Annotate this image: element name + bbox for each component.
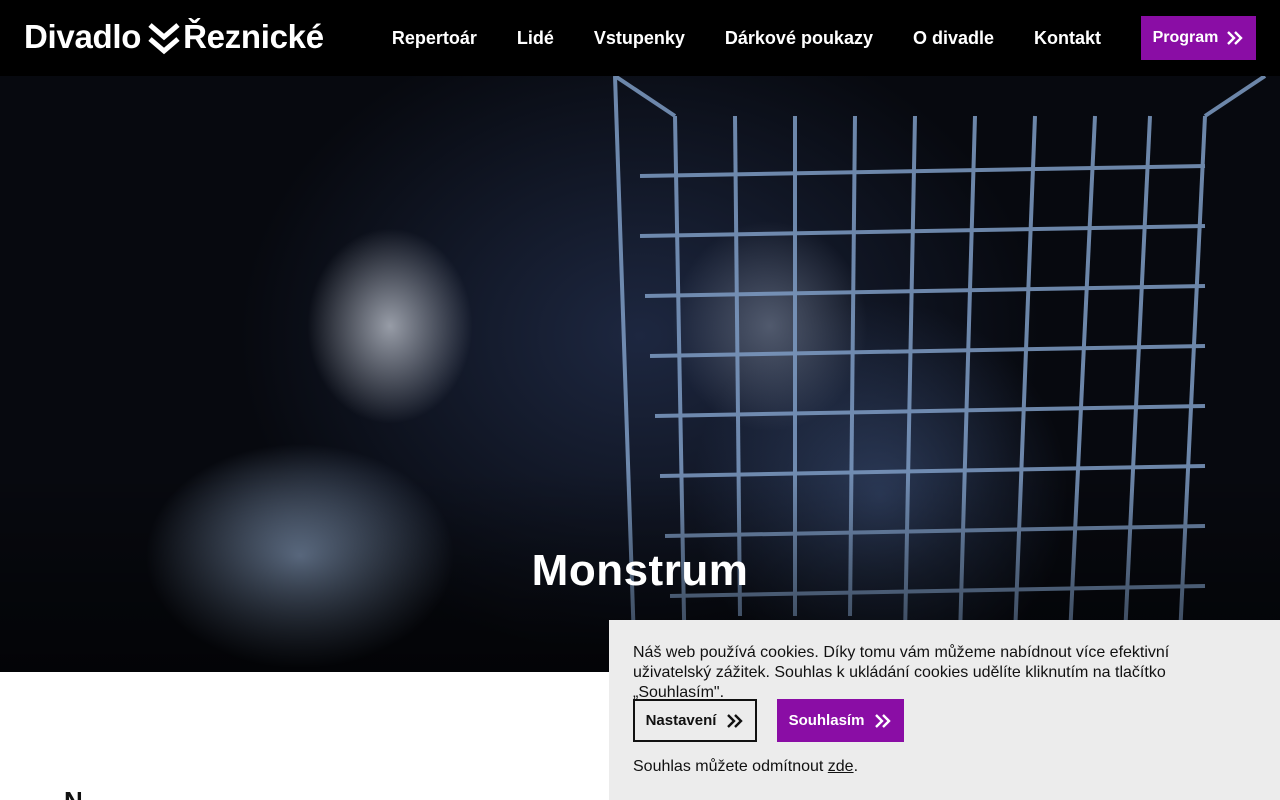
program-button-label: Program [1152, 29, 1219, 46]
cookie-banner: Náš web používá cookies. Díky tomu vám m… [609, 620, 1280, 800]
nav-item-kontakt[interactable]: Kontakt [1034, 28, 1101, 49]
logo-text-left: Divadlo [24, 18, 142, 55]
nav-item-o-divadle[interactable]: O divadle [913, 28, 994, 49]
cookie-accept-button[interactable]: Souhlasím [777, 699, 904, 742]
cookie-settings-button[interactable]: Nastavení [633, 699, 757, 742]
hero-banner: Monstrum [0, 76, 1280, 672]
nav-item-darkove-poukazy[interactable]: Dárkové poukazy [725, 28, 873, 49]
cookie-decline-text: Souhlas můžete odmítnout zde. [633, 758, 858, 776]
nav-item-vstupenky[interactable]: Vstupenky [594, 28, 685, 49]
program-button[interactable]: Program [1141, 16, 1256, 60]
site-logo[interactable]: Divadlo Řeznické [24, 14, 324, 60]
main-nav: Repertoár Lidé Vstupenky Dárkové poukazy… [392, 0, 1101, 76]
section-heading-peek: N [64, 786, 83, 800]
site-header: Divadlo Řeznické Repertoár Lidé Vstupenk… [0, 0, 1280, 76]
double-chevron-right-icon [1227, 31, 1244, 45]
cookie-settings-label: Nastavení [645, 712, 717, 729]
double-chevron-right-icon [875, 713, 892, 728]
cookie-accept-label: Souhlasím [788, 712, 865, 729]
double-chevron-down-icon [148, 23, 180, 55]
cookie-text: Náš web používá cookies. Díky tomu vám m… [633, 644, 1170, 701]
logo-text-right: Řeznické [183, 18, 324, 55]
cookie-decline-link[interactable]: zde [828, 758, 854, 775]
cookie-decline-prefix: Souhlas můžete odmítnout [633, 758, 828, 775]
double-chevron-right-icon [727, 713, 744, 728]
cookie-decline-suffix: . [853, 758, 859, 775]
hero-title: Monstrum [531, 546, 749, 595]
nav-item-lide[interactable]: Lidé [517, 28, 554, 49]
nav-item-repertoar[interactable]: Repertoár [392, 28, 477, 49]
